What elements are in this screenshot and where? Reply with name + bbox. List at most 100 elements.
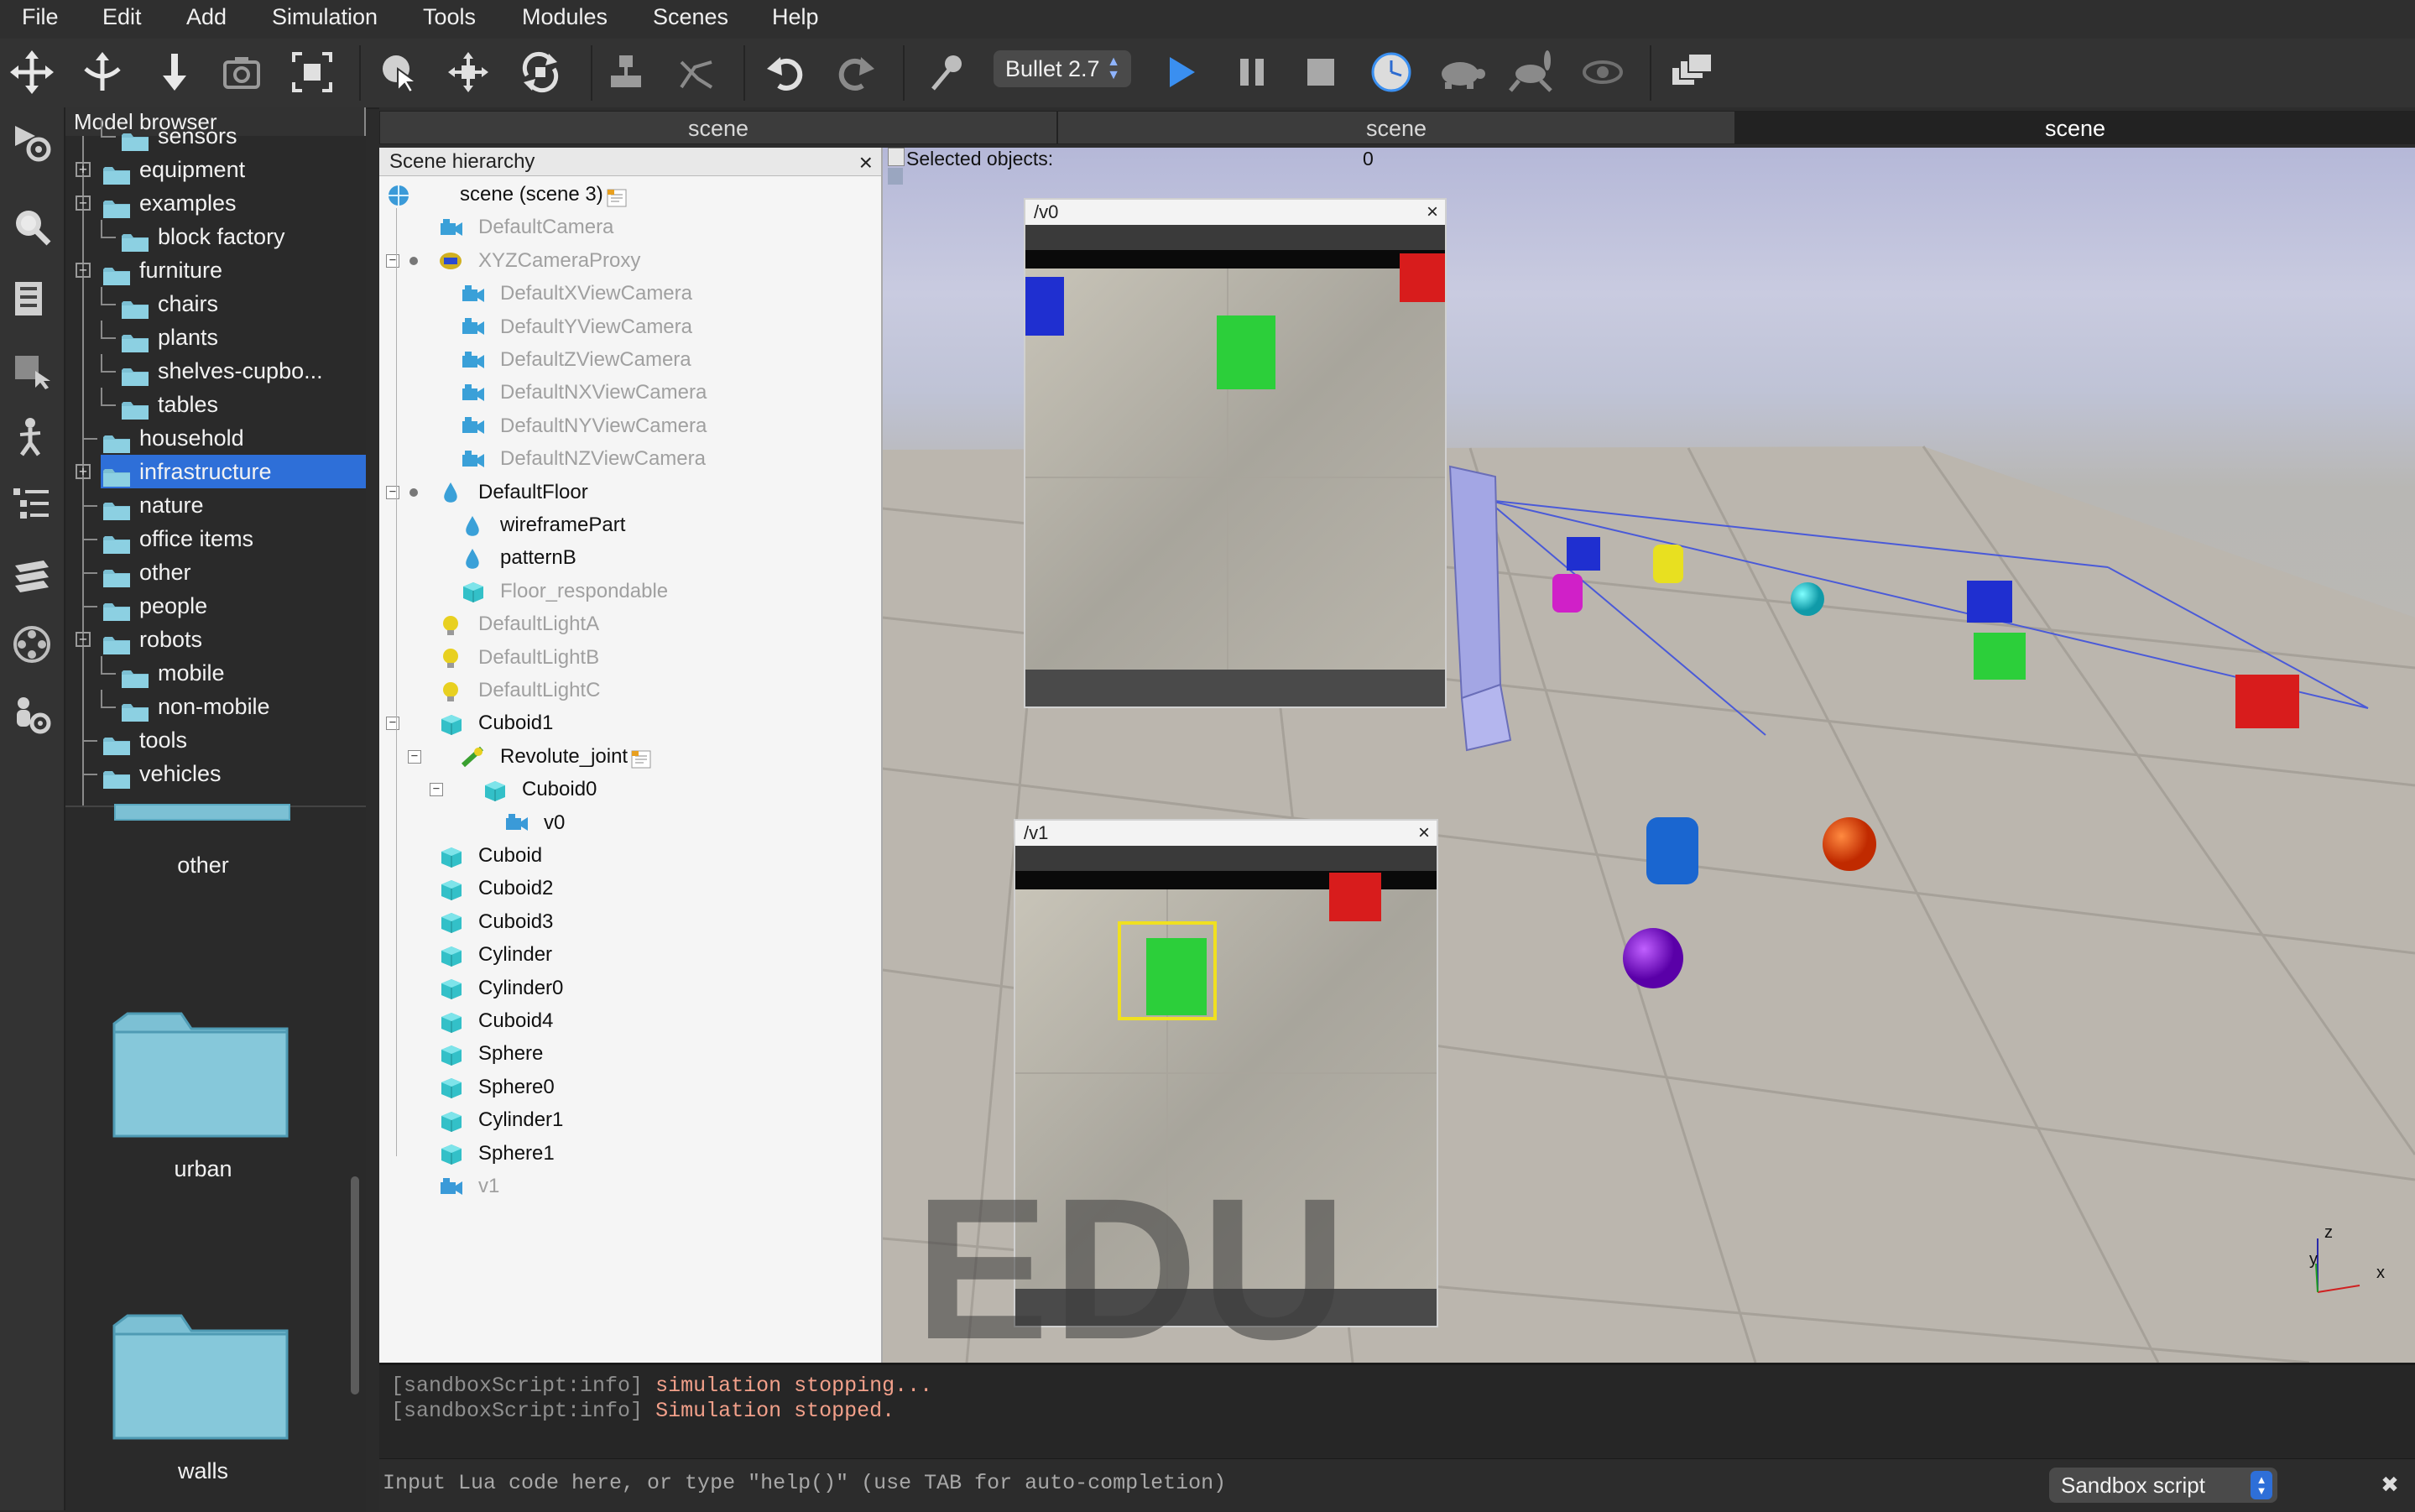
hierarchy-row[interactable]: DefaultZViewCamera (460, 345, 691, 375)
menu-help[interactable]: Help (772, 4, 819, 30)
hierarchy-row[interactable]: Floor_respondable (460, 576, 668, 607)
close-icon[interactable]: × (1418, 821, 1430, 846)
redo-icon[interactable] (831, 47, 881, 97)
scene-hierarchy-toggle-icon[interactable] (7, 480, 57, 530)
hierarchy-row[interactable]: Cuboid1 (438, 708, 553, 738)
model-browser-item[interactable]: block factory (121, 220, 285, 253)
model-browser-item[interactable]: household (102, 421, 244, 455)
folder-thumbnail-urban[interactable] (111, 1007, 290, 1139)
realtime-icon[interactable] (1366, 47, 1416, 97)
orange-sphere[interactable] (1823, 817, 1876, 871)
film-reel-icon[interactable] (7, 619, 57, 670)
hierarchy-row[interactable]: DefaultFloor (438, 477, 588, 508)
stop-icon[interactable] (1296, 47, 1346, 97)
model-browser-item[interactable]: equipment (102, 153, 245, 186)
model-browser-item[interactable]: robots (102, 623, 202, 656)
collapse-icon[interactable]: − (408, 749, 421, 764)
close-icon[interactable]: × (1427, 200, 1438, 225)
transfer-dna-icon[interactable] (671, 47, 722, 97)
hierarchy-row[interactable]: Cylinder (438, 940, 552, 970)
script-context-select[interactable]: Sandbox script ▲ ▼ (2049, 1468, 2277, 1503)
model-browser-item[interactable]: plants (121, 321, 218, 354)
yellow-cylinder[interactable] (1653, 545, 1683, 583)
vision-sensor-view-v0[interactable]: /v0 × (1024, 198, 1447, 708)
camera-angle-icon[interactable] (216, 47, 267, 97)
hierarchy-row[interactable]: DefaultLightB (438, 643, 599, 673)
hierarchy-row[interactable]: Cylinder0 (438, 973, 563, 1004)
user-settings-icon[interactable] (7, 690, 57, 740)
hierarchy-row[interactable]: XYZCameraProxy (438, 246, 640, 276)
expand-icon[interactable]: + (76, 162, 91, 177)
magenta-cylinder[interactable] (1552, 574, 1583, 613)
model-browser-item[interactable]: tables (121, 388, 218, 421)
menu-scenes[interactable]: Scenes (653, 4, 728, 30)
slow-down-icon[interactable] (1437, 47, 1487, 97)
hierarchy-row[interactable]: scene (scene 3) (386, 180, 627, 210)
collapse-icon[interactable]: − (76, 196, 91, 211)
simulation-settings-icon[interactable] (7, 117, 57, 168)
thumbnails-scrollbar[interactable] (351, 1176, 359, 1395)
hierarchy-row[interactable]: Sphere (438, 1039, 543, 1069)
hierarchy-row[interactable]: DefaultXViewCamera (460, 279, 692, 309)
object-properties-icon[interactable] (7, 201, 57, 252)
object-shift-icon[interactable] (443, 47, 493, 97)
layers-icon[interactable] (7, 550, 57, 601)
hierarchy-row[interactable]: Sphere0 (438, 1072, 555, 1103)
tab-scene-1[interactable]: scene (379, 111, 1057, 144)
model-browser-item[interactable]: vehicles (102, 757, 222, 790)
model-browser-item[interactable]: shelves-cupbo... (121, 354, 323, 388)
collapse-icon[interactable]: − (386, 253, 399, 268)
hierarchy-row[interactable]: Cuboid3 (438, 907, 553, 937)
hierarchy-row[interactable]: Cuboid (438, 841, 542, 871)
hierarchy-row[interactable]: Cuboid4 (438, 1006, 553, 1036)
calculation-modules-icon[interactable] (7, 274, 57, 324)
pause-icon[interactable] (1227, 47, 1277, 97)
speed-up-icon[interactable] (1507, 47, 1557, 97)
undo-icon[interactable] (760, 47, 811, 97)
model-browser-item[interactable]: non-mobile (121, 690, 270, 723)
clear-icon[interactable]: ✖ (2376, 1471, 2403, 1498)
script-icon[interactable] (631, 748, 651, 769)
close-icon[interactable]: × (859, 149, 873, 176)
tab-scene-3[interactable]: scene (1735, 111, 2415, 144)
hierarchy-row[interactable]: DefaultLightC (438, 675, 600, 706)
hierarchy-row[interactable]: patternB (460, 543, 576, 573)
hierarchy-row[interactable]: Cuboid2 (438, 873, 553, 904)
menu-simulation[interactable]: Simulation (272, 4, 378, 30)
hierarchy-row[interactable]: DefaultNYViewCamera (460, 411, 707, 441)
menu-modules[interactable]: Modules (522, 4, 608, 30)
visualization-toggle-icon[interactable] (1578, 47, 1628, 97)
scene-viewport[interactable]: z y x Selected objects: 0 /v0 × /v1 × ED… (883, 148, 2415, 1363)
fit-view-icon[interactable] (287, 47, 337, 97)
folder-thumbnail-other[interactable] (114, 804, 290, 821)
menu-add[interactable]: Add (186, 4, 227, 30)
hierarchy-row[interactable]: DefaultNZViewCamera (460, 444, 706, 474)
object-rotate-icon[interactable] (515, 47, 566, 97)
dynamics-toggle-icon[interactable] (921, 47, 972, 97)
click-select-icon[interactable] (374, 47, 425, 97)
collapse-icon[interactable]: − (386, 717, 399, 731)
collapse-icon[interactable]: − (430, 783, 443, 797)
hierarchy-row[interactable]: DefaultCamera (438, 212, 613, 242)
menu-tools[interactable]: Tools (423, 4, 476, 30)
tab-scene-2[interactable]: scene (1057, 111, 1735, 144)
hierarchy-row[interactable]: Cylinder1 (438, 1105, 563, 1135)
model-browser-item[interactable]: infrastructure (102, 455, 272, 488)
model-browser-item[interactable]: chairs (121, 287, 218, 321)
model-browser-item[interactable]: nature (102, 488, 204, 522)
script-icon[interactable] (607, 186, 627, 207)
hierarchy-row[interactable]: v0 (503, 808, 565, 838)
model-browser-item[interactable]: tools (102, 723, 187, 757)
model-browser-item[interactable]: mobile (121, 656, 225, 690)
collapse-icon[interactable]: − (76, 632, 91, 647)
hierarchy-row[interactable]: Revolute_joint (460, 742, 651, 772)
menu-edit[interactable]: Edit (102, 4, 142, 30)
blue-cylinder[interactable] (1646, 817, 1698, 884)
rotate-camera-icon[interactable] (77, 47, 128, 97)
blue-cube-small[interactable] (1567, 537, 1600, 571)
hierarchy-row[interactable]: wireframePart (460, 510, 625, 540)
physics-engine-select[interactable]: Bullet 2.7 ▲ ▼ (994, 50, 1131, 87)
model-browser-item[interactable]: people (102, 589, 207, 623)
play-icon[interactable] (1156, 47, 1207, 97)
cyan-sphere[interactable] (1791, 582, 1824, 616)
